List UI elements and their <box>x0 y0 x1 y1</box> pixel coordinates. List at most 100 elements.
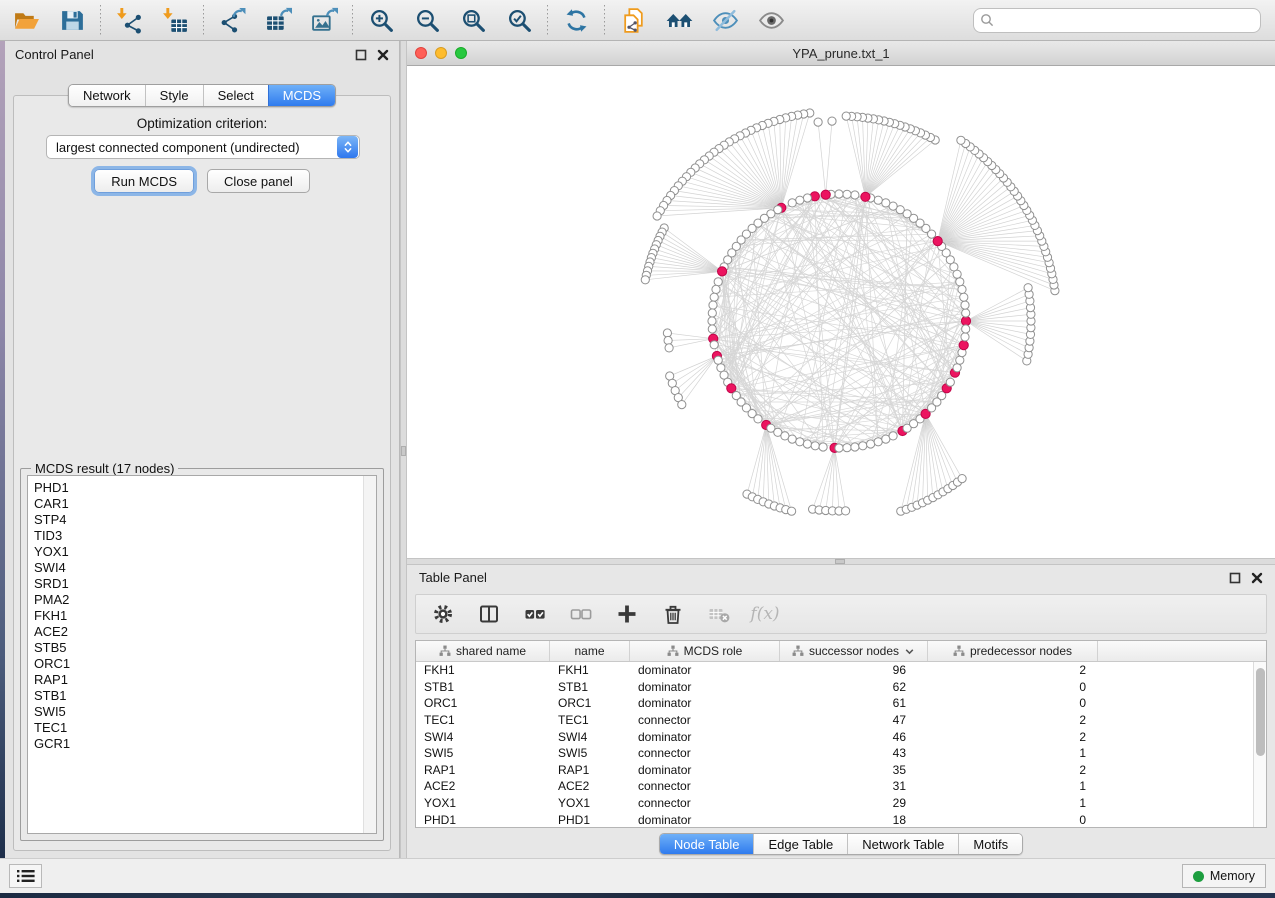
delete-icon[interactable] <box>660 601 686 627</box>
mcds-result-item[interactable]: PMA2 <box>34 592 376 608</box>
cell-predecessor-nodes: 0 <box>928 696 1098 710</box>
hide-selected-icon[interactable] <box>709 4 741 36</box>
cell-successor-nodes: 35 <box>780 763 928 777</box>
table-scrollbar[interactable] <box>1253 662 1266 827</box>
table-row[interactable]: STB1STB1dominator620 <box>416 679 1253 696</box>
cell-name: FKH1 <box>550 663 630 677</box>
table-row[interactable]: SWI4SWI4dominator462 <box>416 728 1253 745</box>
mcds-result-item[interactable]: GCR1 <box>34 736 376 752</box>
network-graph-canvas[interactable] <box>407 66 1275 557</box>
tab-select[interactable]: Select <box>203 85 268 106</box>
mcds-result-item[interactable]: SWI5 <box>34 704 376 720</box>
settings-icon[interactable] <box>430 601 456 627</box>
mcds-result-item[interactable]: CAR1 <box>34 496 376 512</box>
cell-name: TEC1 <box>550 713 630 727</box>
float-table-panel-icon[interactable] <box>1229 572 1241 584</box>
tab-edge-table[interactable]: Edge Table <box>753 834 847 854</box>
export-table-icon[interactable] <box>262 4 294 36</box>
network-window-titlebar: YPA_prune.txt_1 <box>407 41 1275 66</box>
add-icon[interactable] <box>614 601 640 627</box>
column-header-MCDS-role[interactable]: MCDS role <box>630 641 780 661</box>
columns-icon[interactable] <box>476 601 502 627</box>
memory-button[interactable]: Memory <box>1182 864 1266 888</box>
mcds-list-scrollbar[interactable] <box>363 476 376 833</box>
mcds-result-item[interactable]: ORC1 <box>34 656 376 672</box>
duplicate-network-icon[interactable] <box>617 4 649 36</box>
cell-shared-name: YOX1 <box>416 796 550 810</box>
mcds-result-item[interactable]: SWI4 <box>34 560 376 576</box>
vertical-splitter[interactable] <box>400 41 407 858</box>
close-table-panel-icon[interactable] <box>1251 572 1263 584</box>
first-neighbors-icon[interactable] <box>663 4 695 36</box>
cell-shared-name: RAP1 <box>416 763 550 777</box>
table-row[interactable]: RAP1RAP1dominator352 <box>416 762 1253 779</box>
criterion-dropdown[interactable]: largest connected component (undirected) <box>46 135 360 159</box>
mcds-result-item[interactable]: TID3 <box>34 528 376 544</box>
column-header-shared-name[interactable]: shared name <box>416 641 550 661</box>
export-network-icon[interactable] <box>216 4 248 36</box>
tab-node-table[interactable]: Node Table <box>660 834 754 854</box>
cell-predecessor-nodes: 1 <box>928 746 1098 760</box>
export-image-icon[interactable] <box>308 4 340 36</box>
cell-successor-nodes: 18 <box>780 813 928 827</box>
tab-motifs[interactable]: Motifs <box>958 834 1022 854</box>
table-row[interactable]: SWI5SWI5connector431 <box>416 745 1253 762</box>
table-row[interactable]: ORC1ORC1dominator610 <box>416 695 1253 712</box>
table-row[interactable]: TEC1TEC1connector472 <box>416 712 1253 729</box>
cell-shared-name: SWI5 <box>416 746 550 760</box>
float-panel-icon[interactable] <box>355 49 367 61</box>
save-icon[interactable] <box>56 4 88 36</box>
mcds-result-item[interactable]: PHD1 <box>34 480 376 496</box>
network-view-window: YPA_prune.txt_1 <box>407 41 1275 558</box>
mcds-result-list[interactable]: PHD1CAR1STP4TID3YOX1SWI4SRD1PMA2FKH1ACE2… <box>27 475 377 834</box>
import-network-icon[interactable] <box>113 4 145 36</box>
close-panel-button[interactable]: Close panel <box>207 169 310 193</box>
mcds-result-item[interactable]: SRD1 <box>34 576 376 592</box>
cell-MCDS-role: dominator <box>630 696 780 710</box>
deselect-all-icon[interactable] <box>568 601 594 627</box>
table-row[interactable]: YOX1YOX1connector291 <box>416 795 1253 812</box>
mcds-result-item[interactable]: STP4 <box>34 512 376 528</box>
zoom-selected-icon[interactable] <box>503 4 535 36</box>
mcds-result-item[interactable]: RAP1 <box>34 672 376 688</box>
mcds-result-item[interactable]: FKH1 <box>34 608 376 624</box>
search-box <box>973 8 1261 33</box>
tab-style[interactable]: Style <box>145 85 203 106</box>
search-input[interactable] <box>973 8 1261 33</box>
zoom-out-icon[interactable] <box>411 4 443 36</box>
select-all-icon[interactable] <box>522 601 548 627</box>
column-header-predecessor-nodes[interactable]: predecessor nodes <box>928 641 1098 661</box>
table-row[interactable]: PHD1PHD1dominator180 <box>416 811 1253 827</box>
import-table-icon[interactable] <box>159 4 191 36</box>
mcds-result-item[interactable]: STB5 <box>34 640 376 656</box>
show-all-icon[interactable] <box>755 4 787 36</box>
cell-predecessor-nodes: 0 <box>928 680 1098 694</box>
mcds-result-item[interactable]: ACE2 <box>34 624 376 640</box>
horizontal-splitter[interactable] <box>407 558 1275 565</box>
table-row[interactable]: FKH1FKH1dominator962 <box>416 662 1253 679</box>
refresh-icon[interactable] <box>560 4 592 36</box>
column-header-name[interactable]: name <box>550 641 630 661</box>
cell-successor-nodes: 31 <box>780 779 928 793</box>
close-panel-icon[interactable] <box>377 49 389 61</box>
control-panel: Control Panel NetworkStyleSelectMCDS Opt… <box>5 41 400 858</box>
tab-network-table[interactable]: Network Table <box>847 834 958 854</box>
column-header-successor-nodes[interactable]: successor nodes <box>780 641 928 661</box>
tab-network[interactable]: Network <box>69 85 145 106</box>
mcds-result-item[interactable]: STB1 <box>34 688 376 704</box>
table-scrollbar-thumb[interactable] <box>1256 668 1265 756</box>
table-row[interactable]: ACE2ACE2connector311 <box>416 778 1253 795</box>
run-mcds-button[interactable]: Run MCDS <box>94 169 194 193</box>
toolbar-separator <box>203 5 204 35</box>
mcds-result-item[interactable]: YOX1 <box>34 544 376 560</box>
toolbar-separator <box>547 5 548 35</box>
tab-mcds[interactable]: MCDS <box>268 85 335 106</box>
zoom-fit-icon[interactable] <box>457 4 489 36</box>
control-panel-title: Control Panel <box>15 47 94 62</box>
open-file-icon[interactable] <box>10 4 42 36</box>
control-panel-tabs: NetworkStyleSelectMCDS <box>68 84 336 107</box>
zoom-in-icon[interactable] <box>365 4 397 36</box>
task-history-button[interactable] <box>9 864 42 888</box>
mcds-tab-content: NetworkStyleSelectMCDS Optimization crit… <box>13 95 391 851</box>
mcds-result-item[interactable]: TEC1 <box>34 720 376 736</box>
